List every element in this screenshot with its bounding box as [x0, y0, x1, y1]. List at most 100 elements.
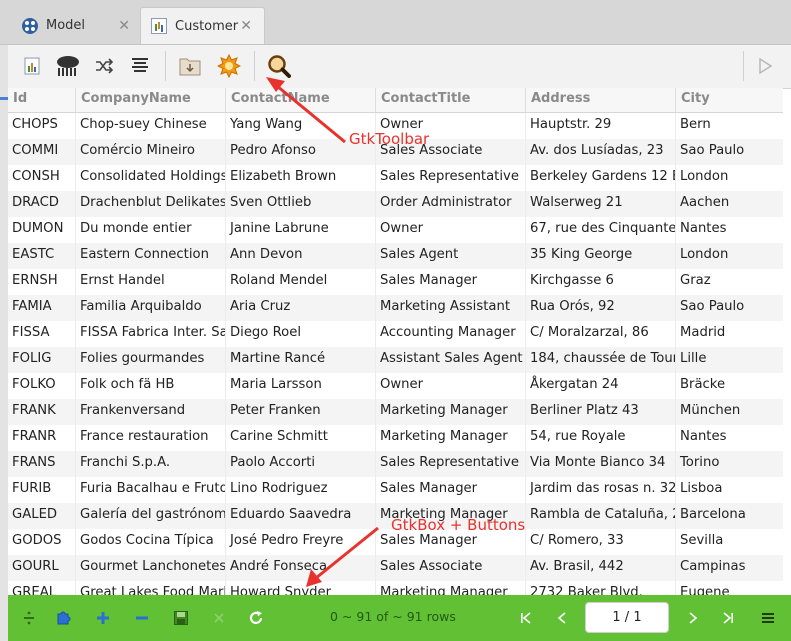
cell-contactname[interactable]: André Fonseca: [226, 555, 376, 581]
cell-address[interactable]: 54, rue Royale: [526, 425, 676, 451]
puzzle-icon[interactable]: [53, 607, 75, 629]
cell-city[interactable]: Graz: [676, 269, 783, 295]
refresh-icon[interactable]: [245, 607, 267, 629]
cell-address[interactable]: Av. Brasil, 442: [526, 555, 676, 581]
cell-city[interactable]: Bräcke: [676, 373, 783, 399]
table-row[interactable]: FAMIA Familia Arquibaldo Aria Cruz Marketin…: [8, 295, 783, 321]
cell-id[interactable]: GREAL: [8, 581, 76, 595]
cell-contacttitle[interactable]: Owner: [376, 217, 526, 243]
cell-address[interactable]: 35 King George: [526, 243, 676, 269]
table-row[interactable]: GOURL Gourmet Lanchonetes André Fonseca Sal…: [8, 555, 783, 581]
column-header-companyname[interactable]: CompanyName: [76, 88, 226, 112]
cell-contacttitle[interactable]: Sales Agent: [376, 243, 526, 269]
table-row[interactable]: CONSH Consolidated Holdings Elizabeth Brow…: [8, 165, 783, 191]
cell-contactname[interactable]: Peter Franken: [226, 399, 376, 425]
cell-address[interactable]: Jardim das rosas n. 32: [526, 477, 676, 503]
cell-companyname[interactable]: Franchi S.p.A.: [76, 451, 226, 477]
last-page-icon[interactable]: [717, 607, 739, 629]
cell-contactname[interactable]: Carine Schmitt: [226, 425, 376, 451]
shuffle-icon[interactable]: [88, 51, 120, 81]
cell-id[interactable]: COMMI: [8, 139, 76, 165]
align-center-icon[interactable]: [124, 51, 156, 81]
split-icon[interactable]: [18, 607, 40, 629]
cell-city[interactable]: Nantes: [676, 425, 783, 451]
table-row[interactable]: DUMON Du monde entier Janine Labrune Owner 6…: [8, 217, 783, 243]
table-row[interactable]: FRANR France restauration Carine Schmitt Ma…: [8, 425, 783, 451]
table-row[interactable]: FOLIG Folies gourmandes Martine Rancé Assis…: [8, 347, 783, 373]
cell-companyname[interactable]: Folk och fä HB: [76, 373, 226, 399]
cell-companyname[interactable]: Drachenblut Delikatess: [76, 191, 226, 217]
cell-address[interactable]: C/ Moralzarzal, 86: [526, 321, 676, 347]
cell-id[interactable]: GALED: [8, 503, 76, 529]
cell-companyname[interactable]: FISSA Fabrica Inter. Sa: [76, 321, 226, 347]
remove-icon[interactable]: [131, 607, 153, 629]
save-icon[interactable]: [170, 607, 192, 629]
prev-page-icon[interactable]: [551, 607, 573, 629]
table-row[interactable]: FISSA FISSA Fabrica Inter. Sa Diego Roel Ac…: [8, 321, 783, 347]
cell-contactname[interactable]: Sven Ottlieb: [226, 191, 376, 217]
cell-id[interactable]: CONSH: [8, 165, 76, 191]
cell-city[interactable]: Eugene: [676, 581, 783, 595]
cell-companyname[interactable]: Gourmet Lanchonetes: [76, 555, 226, 581]
cell-contacttitle[interactable]: Sales Representative: [376, 451, 526, 477]
column-header-city[interactable]: City: [676, 88, 783, 112]
cell-id[interactable]: FURIB: [8, 477, 76, 503]
cell-contactname[interactable]: Maria Larsson: [226, 373, 376, 399]
cell-contactname[interactable]: Aria Cruz: [226, 295, 376, 321]
cell-contactname[interactable]: Paolo Accorti: [226, 451, 376, 477]
cell-city[interactable]: Campinas: [676, 555, 783, 581]
column-header-id[interactable]: Id: [8, 88, 76, 112]
cell-companyname[interactable]: France restauration: [76, 425, 226, 451]
cell-city[interactable]: London: [676, 165, 783, 191]
cell-id[interactable]: DUMON: [8, 217, 76, 243]
table-row[interactable]: DRACD Drachenblut Delikatess Sven Ottlieb O…: [8, 191, 783, 217]
search-icon[interactable]: [263, 51, 295, 81]
cell-id[interactable]: FISSA: [8, 321, 76, 347]
cell-city[interactable]: Aachen: [676, 191, 783, 217]
cell-address[interactable]: Walserweg 21: [526, 191, 676, 217]
next-page-icon[interactable]: [682, 607, 704, 629]
menu-icon[interactable]: [757, 607, 779, 629]
cell-contactname[interactable]: José Pedro Freyre: [226, 529, 376, 555]
cell-city[interactable]: Bern: [676, 113, 783, 139]
settings-burst-icon[interactable]: [213, 51, 245, 81]
cell-address[interactable]: Kirchgasse 6: [526, 269, 676, 295]
cell-contactname[interactable]: Ann Devon: [226, 243, 376, 269]
cell-companyname[interactable]: Comércio Mineiro: [76, 139, 226, 165]
cell-contactname[interactable]: Lino Rodriguez: [226, 477, 376, 503]
cell-id[interactable]: FAMIA: [8, 295, 76, 321]
cell-city[interactable]: Torino: [676, 451, 783, 477]
close-icon[interactable]: ✕: [240, 18, 252, 34]
cell-companyname[interactable]: Consolidated Holdings: [76, 165, 226, 191]
cell-city[interactable]: Sevilla: [676, 529, 783, 555]
cell-contacttitle[interactable]: Sales Representative: [376, 165, 526, 191]
cell-contactname[interactable]: Howard Snyder: [226, 581, 376, 595]
cell-city[interactable]: Nantes: [676, 217, 783, 243]
cell-id[interactable]: FRANR: [8, 425, 76, 451]
cell-id[interactable]: FOLIG: [8, 347, 76, 373]
table-row[interactable]: FURIB Furia Bacalhau e Frutos Lino Rodrigu…: [8, 477, 783, 503]
cell-contactname[interactable]: Elizabeth Brown: [226, 165, 376, 191]
cell-address[interactable]: Rua Orós, 92: [526, 295, 676, 321]
cancel-icon[interactable]: [208, 607, 230, 629]
cell-id[interactable]: FOLKO: [8, 373, 76, 399]
cell-id[interactable]: GODOS: [8, 529, 76, 555]
table-row[interactable]: GREAL Great Lakes Food Mark Howard Snyder M…: [8, 581, 783, 595]
cell-contacttitle[interactable]: Marketing Assistant: [376, 295, 526, 321]
first-page-icon[interactable]: [515, 607, 537, 629]
cell-contacttitle[interactable]: Owner: [376, 373, 526, 399]
column-header-address[interactable]: Address: [526, 88, 676, 112]
cell-city[interactable]: Lisboa: [676, 477, 783, 503]
table-row[interactable]: ERNSH Ernst Handel Roland Mendel Sales Mana…: [8, 269, 783, 295]
cell-contactname[interactable]: Martine Rancé: [226, 347, 376, 373]
cell-id[interactable]: ERNSH: [8, 269, 76, 295]
cell-address[interactable]: Åkergatan 24: [526, 373, 676, 399]
column-header-contactname[interactable]: ContactName: [226, 88, 376, 112]
cell-contacttitle[interactable]: Marketing Manager: [376, 399, 526, 425]
cell-contacttitle[interactable]: Assistant Sales Agent: [376, 347, 526, 373]
cell-companyname[interactable]: Folies gourmandes: [76, 347, 226, 373]
cell-address[interactable]: Berkeley Gardens 12 B: [526, 165, 676, 191]
cell-contacttitle[interactable]: Marketing Manager: [376, 425, 526, 451]
cell-address[interactable]: Via Monte Bianco 34: [526, 451, 676, 477]
cell-companyname[interactable]: Chop-suey Chinese: [76, 113, 226, 139]
